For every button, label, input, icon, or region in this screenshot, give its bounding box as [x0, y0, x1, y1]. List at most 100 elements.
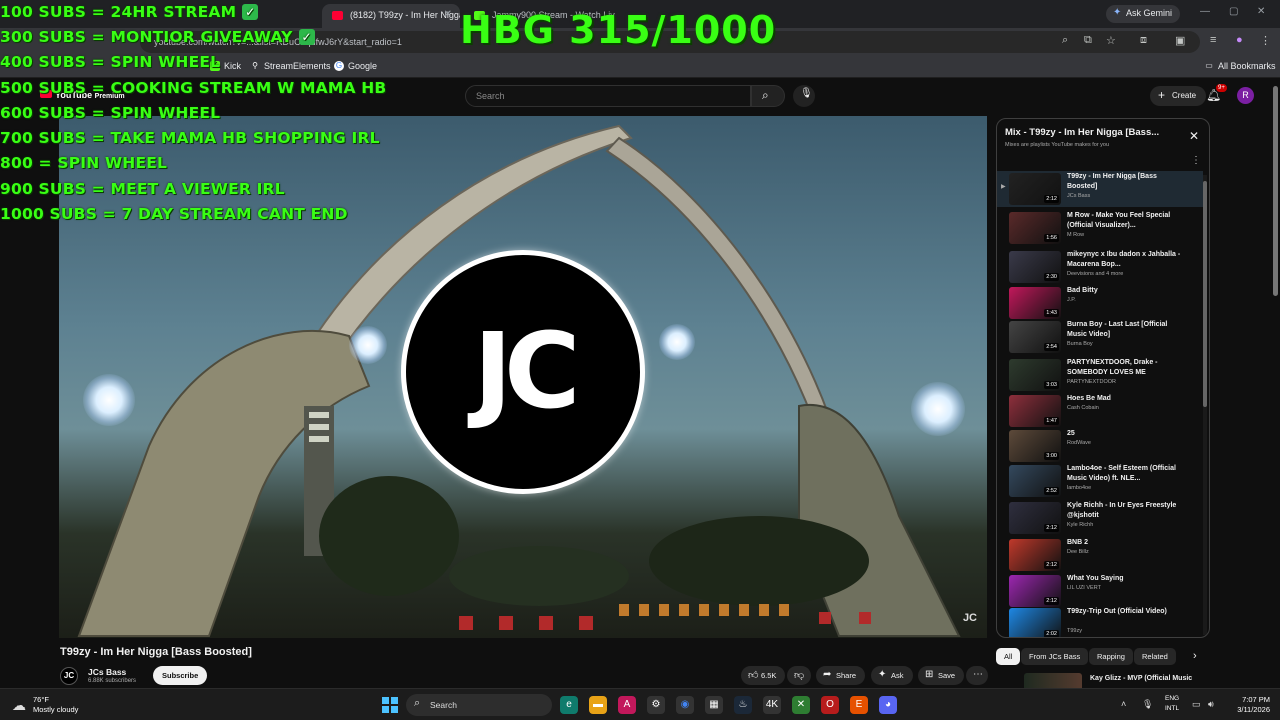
maximize-icon[interactable]: ▢ [1229, 6, 1238, 17]
more-vert-icon[interactable]: ⋮ [1191, 155, 1201, 166]
more-actions-button[interactable]: ⋯ [966, 666, 988, 685]
close-tab-icon[interactable]: ✕ [444, 9, 452, 20]
channel-avatar[interactable]: JC [60, 667, 78, 685]
playlist-thumbnail[interactable]: 2:12 [1009, 502, 1061, 534]
playlist-item[interactable]: 2:02 T99zy-Trip Out (Official Video) T99zy [997, 606, 1203, 637]
cloud-icon[interactable]: ☁ [12, 697, 26, 714]
dislike-button[interactable]: 👎︎ [787, 666, 811, 685]
create-button[interactable]: + Create [1150, 86, 1207, 106]
playlist-thumbnail[interactable]: 2:30 [1009, 251, 1061, 283]
media-icon[interactable]: ≡ [1210, 34, 1216, 46]
playlist-item[interactable]: 3:03 PARTYNEXTDOOR, Drake - SOMEBODY LOVE… [997, 357, 1203, 393]
playlist-item-title[interactable]: Kyle Richh - In Ur Eyes Freestyle @kjsho… [1067, 501, 1189, 521]
volume-icon[interactable]: 🔊︎ [1208, 699, 1214, 710]
playlist-item-title[interactable]: T99zy - Im Her Nigga [Bass Boosted] [1067, 172, 1189, 192]
playlist-item-title[interactable]: M Row - Make You Feel Special (Official … [1067, 211, 1189, 231]
playlist-thumbnail[interactable]: 1:43 [1009, 287, 1061, 319]
playlist-item-title[interactable]: What You Saying [1067, 574, 1189, 584]
cast-icon[interactable]: ⧉ [1084, 34, 1092, 47]
app-icon[interactable]: ✕ [792, 696, 810, 714]
playlist-item[interactable]: 3:00 25 RodWave [997, 428, 1203, 464]
playlist-item[interactable]: 2:30 mikeynyc x Ibu dadon x Jahballa - Ma… [997, 249, 1203, 285]
opera-icon[interactable]: O [821, 696, 839, 714]
chevron-right-icon[interactable]: › [1193, 650, 1197, 662]
chip-from-channel[interactable]: From JCs Bass [1021, 648, 1089, 665]
playlist-thumbnail[interactable]: 2:52 [1009, 465, 1061, 497]
playlist-thumbnail[interactable]: 1:47 [1009, 395, 1061, 427]
playlist-thumbnail[interactable]: 2:12 [1009, 173, 1061, 205]
weather-desc[interactable]: Mostly cloudy [33, 705, 78, 714]
playlist-thumbnail[interactable]: 2:54 [1009, 321, 1061, 353]
playlist-thumbnail[interactable]: 1:56 [1009, 212, 1061, 244]
playlist-item[interactable]: 2:12 Kyle Richh - In Ur Eyes Freestyle @k… [997, 500, 1203, 536]
page-scrollbar[interactable] [1270, 80, 1280, 688]
bookmark-streamelements[interactable]: ⚲ StreamElements [250, 61, 330, 71]
chip-rapping[interactable]: Rapping [1089, 648, 1133, 665]
chip-all[interactable]: All [996, 648, 1021, 665]
playlist-item[interactable]: 1:56 M Row - Make You Feel Special (Offic… [997, 210, 1203, 246]
playlist-item[interactable]: 2:12 What You Saying LIL UZI VERT [997, 573, 1203, 609]
playlist-title[interactable]: Mix - T99zy - Im Her Nigga [Bass... [1005, 127, 1159, 138]
close-icon[interactable]: ✕ [1189, 129, 1199, 143]
temperature[interactable]: 76°F [33, 695, 49, 704]
tab-youtube[interactable]: (8182) T99zy - Im Her Nigga [B ✕ [322, 4, 460, 28]
chevron-up-icon[interactable]: ˄ [1121, 699, 1126, 709]
scrollbar-thumb[interactable] [1203, 181, 1207, 407]
bookmark-google[interactable]: G Google [334, 61, 377, 71]
playlist-item-title[interactable]: Burna Boy - Last Last [Official Music Vi… [1067, 320, 1189, 340]
playlist-item-title[interactable]: PARTYNEXTDOOR, Drake - SOMEBODY LOVES ME [1067, 358, 1189, 378]
playlist-thumbnail[interactable]: 2:12 [1009, 539, 1061, 571]
steam-icon[interactable]: ♨ [734, 696, 752, 714]
close-window-icon[interactable]: ✕ [1257, 6, 1265, 17]
monitor-icon[interactable]: ▭ [1192, 699, 1201, 710]
minimize-icon[interactable]: — [1200, 6, 1210, 17]
extensions-icon[interactable]: ⧈ [1140, 34, 1147, 47]
search-button[interactable]: ⌕ [751, 85, 785, 107]
playlist-thumbnail[interactable]: 2:12 [1009, 575, 1061, 607]
playlist-item[interactable]: ▶ 2:12 T99zy - Im Her Nigga [Bass Boosted]… [997, 171, 1203, 207]
recommended-title[interactable]: Kay Glizz - MVP (Official Music [1090, 675, 1192, 682]
share-button[interactable]: ➦ Share [816, 666, 866, 685]
playlist-scrollbar[interactable] [1203, 175, 1207, 635]
playlist-item-title[interactable]: T99zy-Trip Out (Official Video) [1067, 607, 1189, 617]
like-button[interactable]: 👍︎ 6.5K [741, 666, 786, 685]
clock-time[interactable]: 7:07 PM [1230, 695, 1270, 704]
playlist-item[interactable]: 2:54 Burna Boy - Last Last [Official Musi… [997, 319, 1203, 355]
playlist-item-title[interactable]: mikeynyc x Ibu dadon x Jahballa - Macare… [1067, 250, 1189, 270]
search-input[interactable]: Search [465, 85, 751, 107]
clock-date[interactable]: 3/11/2026 [1224, 705, 1270, 714]
playlist-item-title[interactable]: Bad Bitty [1067, 286, 1189, 296]
ask-button[interactable]: ✦ Ask [871, 666, 913, 685]
playlist-thumbnail[interactable]: 3:03 [1009, 359, 1061, 391]
language[interactable]: ENG [1165, 695, 1179, 702]
app-icon[interactable]: E [850, 696, 868, 714]
menu-icon[interactable]: ⋮ [1260, 34, 1271, 47]
app-icon[interactable]: A [618, 696, 636, 714]
scrollbar-thumb[interactable] [1273, 86, 1278, 296]
mic-icon[interactable]: 🎙︎ [1142, 699, 1153, 710]
playlist-item[interactable]: 2:12 BNB 2 Dee Billz [997, 537, 1203, 573]
subscribe-button[interactable]: Subscribe [153, 666, 208, 685]
start-button[interactable] [382, 697, 398, 713]
sidepanel-icon[interactable]: ▣ [1175, 34, 1185, 47]
chip-related[interactable]: Related [1134, 648, 1176, 665]
playlist-thumbnail[interactable]: 3:00 [1009, 430, 1061, 462]
bookmark-star-icon[interactable]: ☆ [1106, 34, 1116, 47]
watermark-icon[interactable]: JC [963, 612, 977, 624]
profile-icon[interactable]: ● [1236, 34, 1243, 46]
channel-name[interactable]: JCs Bass [88, 667, 126, 677]
account-avatar[interactable]: R [1237, 87, 1254, 104]
playlist-item[interactable]: 1:43 Bad Bitty J.P. [997, 285, 1203, 321]
file-explorer-icon[interactable]: ▬ [589, 696, 607, 714]
playlist-thumbnail[interactable]: 2:02 [1009, 608, 1061, 637]
zoom-icon[interactable]: ⌕ [1062, 34, 1068, 47]
playlist-item-title[interactable]: BNB 2 [1067, 538, 1189, 548]
taskbar-search[interactable]: ⌕ Search [406, 694, 552, 716]
playlist-item-title[interactable]: Hoes Be Mad [1067, 394, 1189, 404]
voice-search-button[interactable]: 🎙︎ [793, 85, 815, 107]
playlist-item-title[interactable]: 25 [1067, 429, 1189, 439]
all-bookmarks[interactable]: ▭ All Bookmarks [1204, 61, 1275, 71]
app-icon[interactable]: ▦ [705, 696, 723, 714]
ask-gemini-button[interactable]: ✦ Ask Gemini [1106, 5, 1181, 23]
playlist-item[interactable]: 2:52 Lambo4oe - Self Esteem (Official Mus… [997, 463, 1203, 499]
